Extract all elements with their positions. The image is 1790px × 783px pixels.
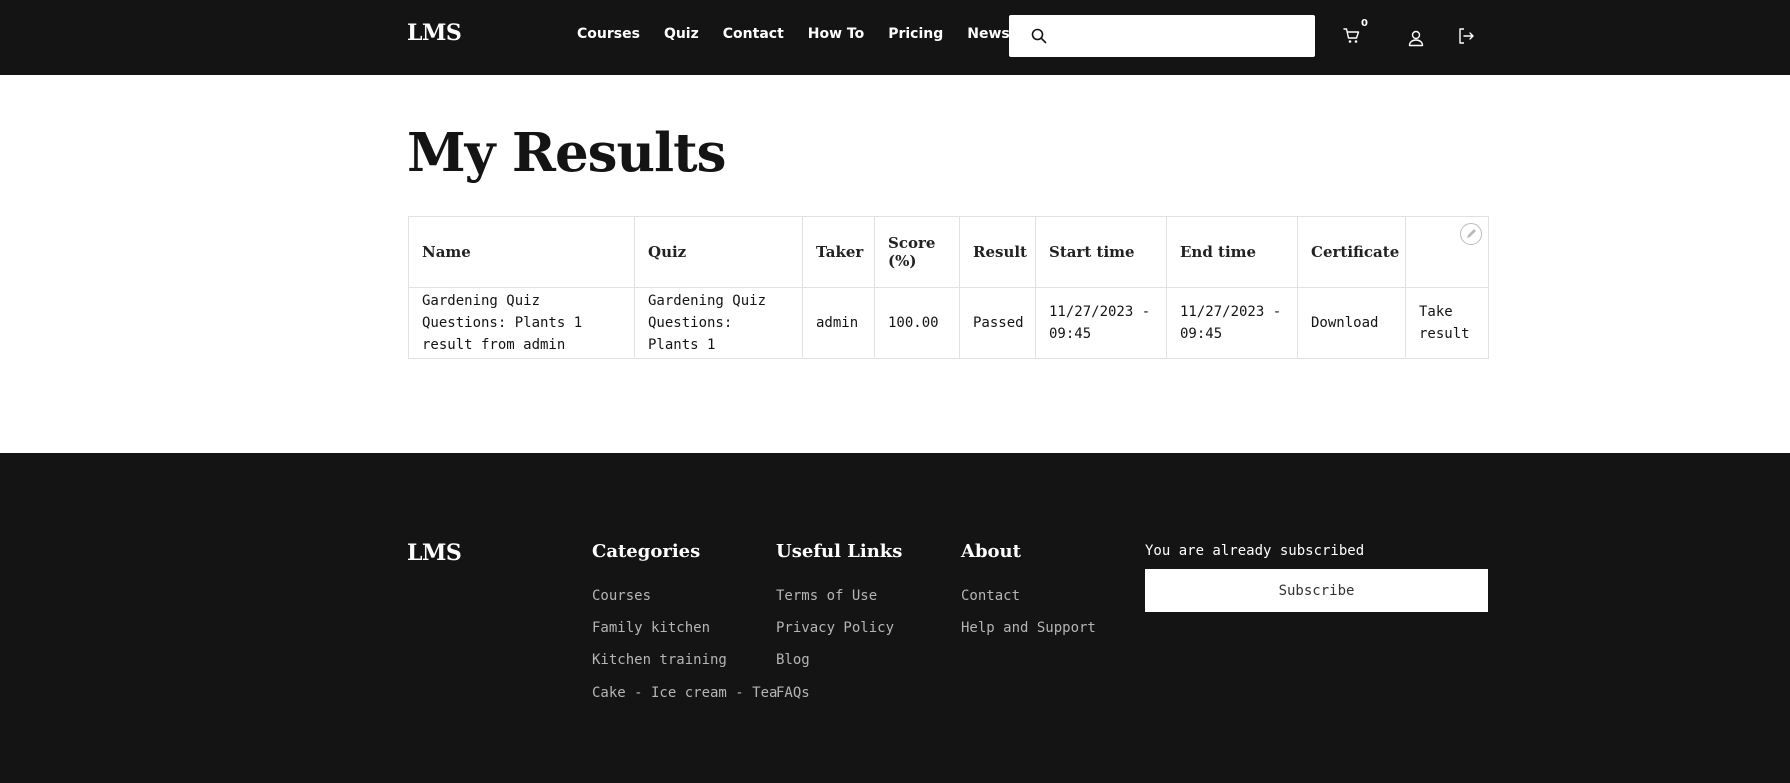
cell-end-time: 11/27/2023 - 09:45	[1166, 287, 1298, 359]
subscribe-button[interactable]: Subscribe	[1145, 569, 1488, 612]
nav-courses[interactable]: Courses	[577, 26, 640, 42]
site-logo[interactable]: LMS	[407, 20, 462, 46]
nav-how-to[interactable]: How To	[808, 26, 864, 42]
user-icon[interactable]	[1407, 29, 1425, 51]
footer-categories-title: Categories	[592, 541, 701, 562]
table-header-row: Name Quiz Taker Score (%) Result Start t…	[408, 216, 1489, 288]
search-input[interactable]	[1059, 23, 1303, 51]
col-header-start-time: Start time	[1035, 216, 1167, 288]
cell-start-time: 11/27/2023 - 09:45	[1035, 287, 1167, 359]
subscription-status: You are already subscribed	[1145, 543, 1365, 559]
footer-link-courses[interactable]: Courses	[592, 588, 651, 604]
footer-link-terms[interactable]: Terms of Use	[776, 588, 877, 604]
col-header-taker: Taker	[802, 216, 875, 288]
page-title: My Results	[407, 122, 727, 184]
footer-useful-links-title: Useful Links	[776, 541, 903, 562]
footer-link-help[interactable]: Help and Support	[961, 620, 1096, 636]
col-header-name: Name	[408, 216, 635, 288]
footer-logo[interactable]: LMS	[407, 540, 462, 566]
footer-link-faqs[interactable]: FAQs	[776, 685, 810, 701]
cell-taker: admin	[802, 287, 875, 359]
cell-name[interactable]: Gardening Quiz Questions: Plants 1 resul…	[408, 287, 635, 359]
footer-link-cake-ice-cream-tea[interactable]: Cake - Ice cream - Tea	[592, 685, 777, 701]
take-result-link[interactable]: Take result	[1405, 287, 1489, 359]
nav-quiz[interactable]: Quiz	[664, 26, 699, 42]
cell-score: 100.00	[874, 287, 960, 359]
col-header-end-time: End time	[1166, 216, 1298, 288]
footer-about-title: About	[961, 541, 1021, 562]
results-table: Name Quiz Taker Score (%) Result Start t…	[408, 216, 1489, 359]
site-footer	[0, 453, 1790, 783]
footer-link-blog[interactable]: Blog	[776, 652, 810, 668]
nav-pricing[interactable]: Pricing	[888, 26, 943, 42]
certificate-download-link[interactable]: Download	[1297, 287, 1406, 359]
logout-icon[interactable]	[1457, 27, 1475, 49]
col-header-result: Result	[959, 216, 1036, 288]
nav-contact[interactable]: Contact	[723, 26, 784, 42]
main-nav: Courses Quiz Contact How To Pricing News	[577, 26, 1010, 42]
edit-view-button[interactable]	[1460, 223, 1482, 245]
cart-count-badge: 0	[1361, 18, 1368, 29]
footer-link-kitchen-training[interactable]: Kitchen training	[592, 652, 727, 668]
col-header-score: Score (%)	[874, 216, 960, 288]
top-navbar: LMS Courses Quiz Contact How To Pricing …	[0, 0, 1790, 75]
col-header-certificate: Certificate	[1297, 216, 1406, 288]
search-icon[interactable]	[1031, 28, 1047, 48]
col-header-quiz: Quiz	[634, 216, 803, 288]
cell-result: Passed	[959, 287, 1036, 359]
nav-news[interactable]: News	[967, 26, 1009, 42]
footer-link-contact[interactable]: Contact	[961, 588, 1020, 604]
cell-quiz[interactable]: Gardening Quiz Questions: Plants 1	[634, 287, 803, 359]
pencil-icon	[1467, 229, 1476, 238]
table-row: Gardening Quiz Questions: Plants 1 resul…	[408, 287, 1489, 359]
cart-icon[interactable]	[1343, 27, 1361, 49]
footer-link-privacy[interactable]: Privacy Policy	[776, 620, 894, 636]
footer-link-family-kitchen[interactable]: Family kitchen	[592, 620, 710, 636]
search-box[interactable]	[1009, 15, 1315, 57]
